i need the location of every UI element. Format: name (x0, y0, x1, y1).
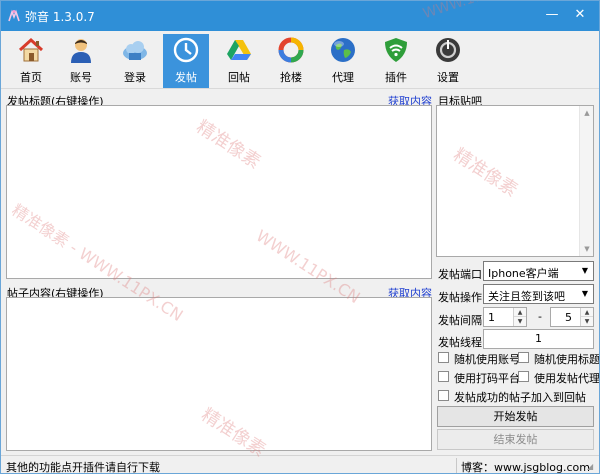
blog-link[interactable]: 博客：www.jsgblog.com (461, 459, 590, 473)
checkbox-label: 随机使用标题 (534, 353, 600, 366)
post-title-textarea[interactable] (6, 105, 432, 279)
scroll-down-icon[interactable]: ▼ (583, 245, 591, 253)
checkbox-box[interactable] (438, 371, 449, 382)
status-message: 其他的功能点开插件请自行下载 (6, 461, 160, 474)
tab-plugins[interactable]: 插件 (373, 34, 419, 88)
interval-max-spin-buttons: ▲ ▼ (580, 308, 593, 326)
spin-down-icon[interactable]: ▼ (581, 317, 593, 326)
main-toolbar: 首页 账号 登录 发帖 回帖 抢楼 代理 插件 设置 (1, 31, 599, 89)
tab-label: 设置 (437, 71, 459, 84)
post-port-label: 发帖端口 (438, 268, 482, 281)
app-logo-icon (8, 9, 20, 22)
minimize-button[interactable]: — (541, 5, 563, 25)
interval-min-spin-buttons: ▲ ▼ (513, 308, 526, 326)
tab-label: 插件 (385, 71, 407, 84)
tab-reply[interactable]: 回帖 (216, 34, 262, 88)
window-title: 弥音 1.3.0.7 (25, 10, 95, 24)
tab-label: 账号 (70, 71, 92, 84)
status-divider (456, 458, 457, 473)
tab-label: 抢楼 (280, 71, 302, 84)
post-port-value: Iphone客户端 (488, 267, 559, 280)
post-interval-label: 发帖间隔 (438, 314, 482, 327)
spin-up-icon[interactable]: ▲ (514, 308, 526, 317)
interval-min-stepper[interactable]: 1 ▲ ▼ (483, 307, 527, 327)
status-bar: 其他的功能点开插件请自行下载 博客：www.jsgblog.com ◢ (1, 455, 599, 474)
close-button[interactable]: ✕ (569, 5, 591, 25)
post-content-textarea[interactable] (6, 297, 432, 451)
tab-login[interactable]: 登录 (112, 34, 158, 88)
checkbox-box[interactable] (438, 352, 449, 363)
post-threads-label: 发帖线程 (438, 336, 482, 349)
power-gauge-icon (436, 38, 460, 62)
tab-label: 代理 (332, 71, 354, 84)
resize-grip-icon[interactable]: ◢ (587, 462, 597, 472)
spin-down-icon[interactable]: ▼ (514, 317, 526, 326)
interval-max-value: 5 (565, 311, 572, 324)
login-cloud-icon (123, 41, 147, 60)
tab-post[interactable]: 发帖 (163, 34, 209, 88)
tab-grab-floor[interactable]: 抢楼 (268, 34, 314, 88)
checkbox-box[interactable] (518, 371, 529, 382)
target-forum-scrollbar[interactable]: ▲ ▼ (579, 106, 593, 256)
interval-min-value: 1 (488, 311, 495, 324)
ring-icon (278, 37, 304, 63)
tab-label: 登录 (124, 71, 146, 84)
tab-settings[interactable]: 设置 (425, 34, 471, 88)
add-to-reply-checkbox[interactable]: 发帖成功的帖子加入到回帖 (438, 389, 594, 404)
drive-triangle-icon (227, 40, 251, 60)
post-operation-value: 关注且签到该吧 (488, 290, 565, 303)
clock-icon (173, 37, 199, 63)
app-window: 弥音 1.3.0.7 — ✕ 首页 账号 登录 发帖 回帖 抢楼 代理 插件 设… (0, 0, 600, 474)
interval-max-stepper[interactable]: 5 ▲ ▼ (550, 307, 594, 327)
tab-proxy[interactable]: 代理 (320, 34, 366, 88)
post-operation-label: 发帖操作 (438, 291, 482, 304)
start-posting-button[interactable]: 开始发帖 (437, 406, 594, 427)
account-user-icon (71, 39, 91, 63)
checkbox-box[interactable] (518, 352, 529, 363)
scroll-up-icon[interactable]: ▲ (583, 109, 591, 117)
tab-home[interactable]: 首页 (8, 34, 54, 88)
checkbox-label: 使用发帖代理 (534, 372, 600, 385)
wifi-shield-icon (385, 38, 407, 62)
captcha-platform-checkbox[interactable]: 使用打码平台 (438, 370, 520, 385)
interval-separator: - (538, 310, 542, 323)
chevron-down-icon: ▼ (581, 289, 589, 298)
threads-input[interactable]: 1 (483, 329, 594, 349)
checkbox-label: 发帖成功的帖子加入到回帖 (454, 391, 586, 404)
post-operation-select[interactable]: 关注且签到该吧 ▼ (483, 284, 594, 304)
checkbox-box[interactable] (438, 390, 449, 401)
spin-up-icon[interactable]: ▲ (581, 308, 593, 317)
post-port-select[interactable]: Iphone客户端 ▼ (483, 261, 594, 281)
globe-icon (331, 38, 355, 62)
tab-label: 发帖 (175, 71, 197, 84)
checkbox-label: 使用打码平台 (454, 372, 520, 385)
chevron-down-icon: ▼ (581, 266, 589, 275)
checkbox-label: 随机使用账号 (454, 353, 520, 366)
random-account-checkbox[interactable]: 随机使用账号 (438, 351, 520, 366)
home-icon (18, 37, 44, 62)
tab-label: 首页 (20, 71, 42, 84)
post-proxy-checkbox[interactable]: 使用发帖代理 (518, 370, 599, 385)
tab-account[interactable]: 账号 (58, 34, 104, 88)
random-title-checkbox[interactable]: 随机使用标题 (518, 351, 599, 366)
tab-label: 回帖 (228, 71, 250, 84)
title-bar[interactable]: 弥音 1.3.0.7 — ✕ (1, 1, 599, 31)
target-forum-list[interactable]: ▲ ▼ (436, 105, 594, 257)
stop-posting-button[interactable]: 结束发帖 (437, 429, 594, 450)
